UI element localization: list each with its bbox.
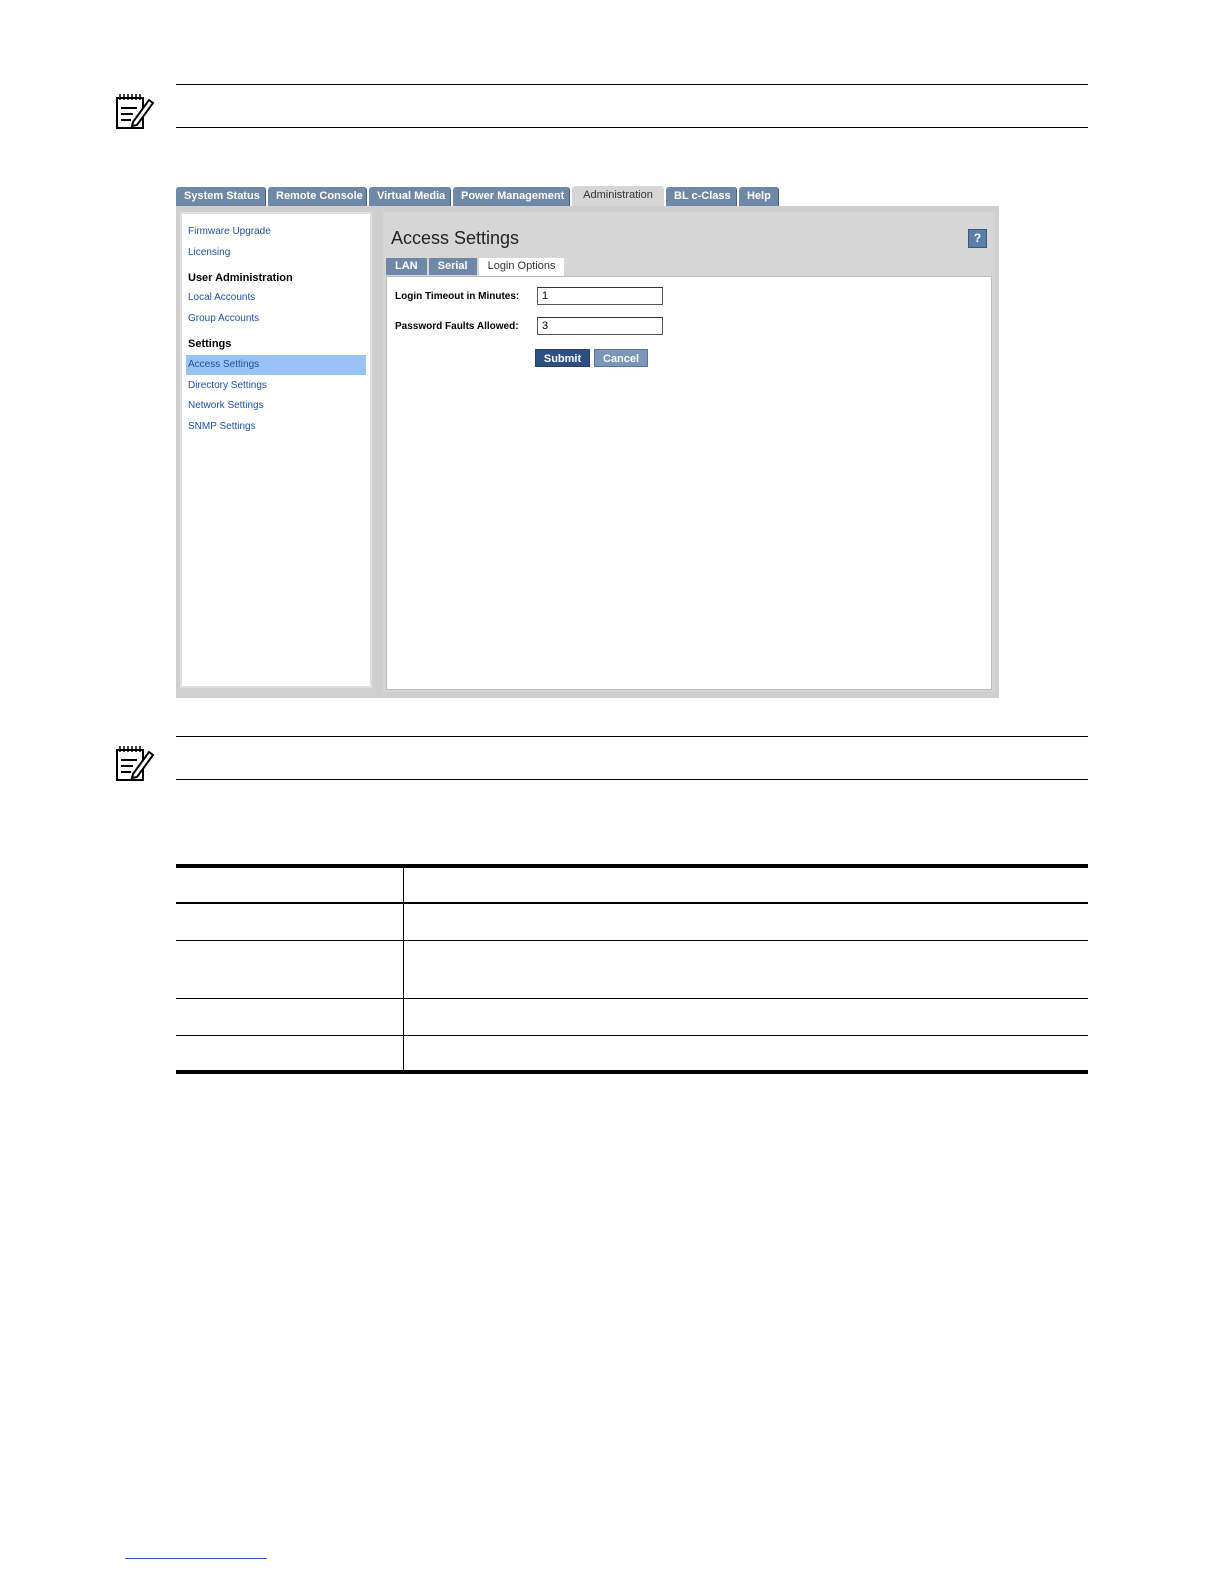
tab-bl-c-class[interactable]: BL c-Class [666, 187, 737, 206]
sidebar-item-access-settings[interactable]: Access Settings [186, 355, 366, 375]
page-title: Access Settings [391, 228, 520, 248]
table-top-rule [176, 864, 1088, 868]
tab-system-status[interactable]: System Status [176, 187, 266, 206]
ilo-screenshot: System Status Remote Console Virtual Med… [176, 185, 999, 699]
tab-login-options[interactable]: Login Options [478, 258, 565, 277]
password-faults-input[interactable] [537, 317, 663, 335]
help-icon[interactable]: ? [968, 229, 987, 248]
tab-remote-console[interactable]: Remote Console [268, 187, 367, 206]
note-bottom-rule [176, 779, 1088, 780]
table-bottom-rule [176, 1070, 1088, 1074]
sidebar-item-directory-settings[interactable]: Directory Settings [186, 376, 366, 396]
tab-virtual-media[interactable]: Virtual Media [369, 187, 451, 206]
table-row-rule [176, 940, 1088, 941]
table-header-rule [176, 902, 1088, 904]
sidebar: Firmware Upgrade Licensing User Administ… [180, 212, 372, 688]
content-frame: Firmware Upgrade Licensing User Administ… [176, 206, 999, 698]
main-panel: Access Settings ? LAN Serial Login Optio… [383, 212, 995, 692]
tab-lan[interactable]: LAN [386, 258, 427, 275]
sidebar-item-snmp-settings[interactable]: SNMP Settings [186, 417, 366, 437]
table-row-rule [176, 998, 1088, 999]
tab-administration[interactable]: Administration [572, 186, 664, 208]
tab-serial[interactable]: Serial [428, 258, 477, 275]
tab-power-management[interactable]: Power Management [453, 187, 570, 206]
parameters-table [176, 864, 1088, 1074]
sidebar-item-licensing[interactable]: Licensing [186, 243, 366, 263]
sub-tab-bar: LAN Serial Login Options [386, 258, 566, 277]
note-icon [116, 746, 155, 781]
submit-button[interactable]: Submit [535, 349, 590, 367]
sidebar-item-network-settings[interactable]: Network Settings [186, 396, 366, 416]
sidebar-item-local-accounts[interactable]: Local Accounts [186, 288, 366, 308]
table-column-divider [403, 868, 404, 1074]
sidebar-heading-user-administration: User Administration [188, 272, 293, 284]
cancel-button[interactable]: Cancel [594, 349, 648, 367]
sidebar-heading-settings: Settings [188, 338, 232, 350]
login-timeout-label: Login Timeout in Minutes: [395, 291, 520, 302]
password-faults-label: Password Faults Allowed: [395, 321, 519, 332]
note-bottom-rule [176, 127, 1088, 128]
top-tab-bar: System Status Remote Console Virtual Med… [176, 186, 781, 208]
table-row-rule [176, 1035, 1088, 1036]
note-top-rule [176, 84, 1088, 85]
tab-help[interactable]: Help [739, 187, 779, 206]
sidebar-item-firmware-upgrade[interactable]: Firmware Upgrade [186, 222, 366, 242]
login-timeout-input[interactable] [537, 287, 663, 305]
sidebar-item-group-accounts[interactable]: Group Accounts [186, 309, 366, 329]
login-options-form: Login Timeout in Minutes: Password Fault… [386, 276, 992, 690]
note-icon [116, 94, 155, 129]
note-top-rule [176, 736, 1088, 737]
footer-link-underline[interactable] [125, 1558, 267, 1559]
